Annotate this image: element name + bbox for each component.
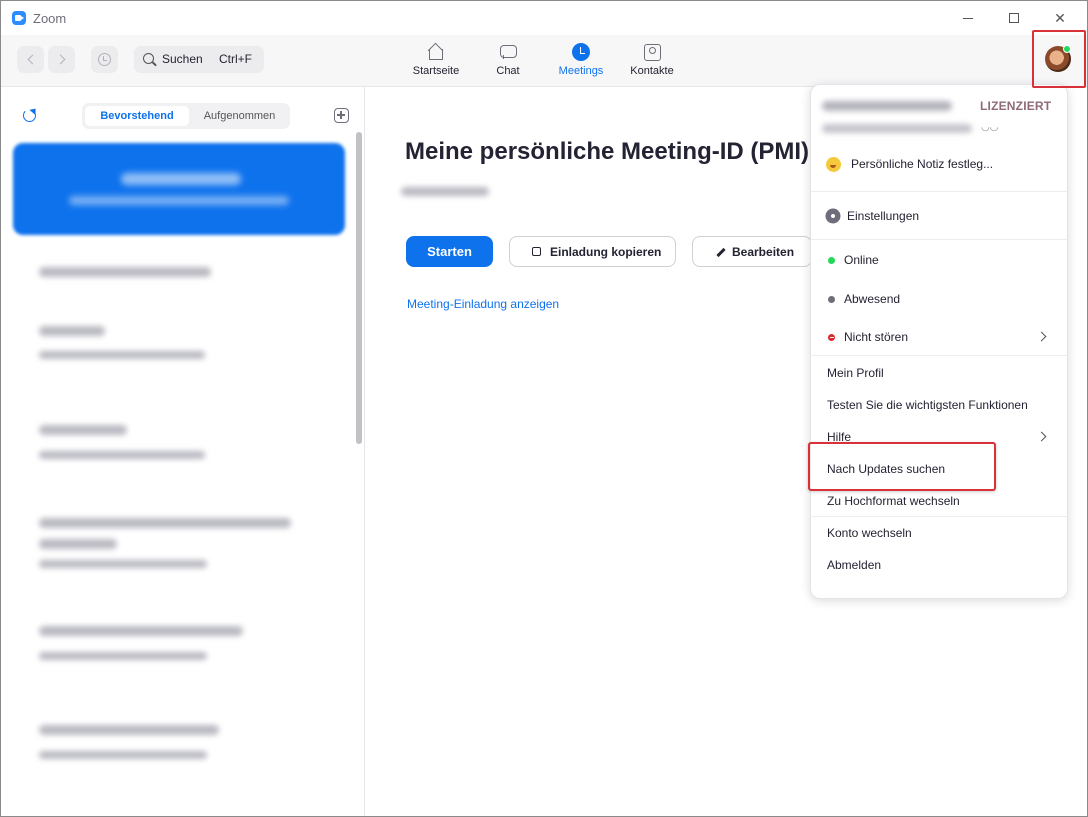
edit-label: Bearbeiten [732,244,795,259]
maximize-icon [1009,13,1019,23]
pmi-number-blurred [401,187,489,196]
history-button[interactable] [91,46,118,73]
zoom-window: Zoom ✕ Suchen Ctrl+F Startseite Chat Mee… [0,0,1088,817]
personal-note-label: Persönliche Notiz festleg... [851,157,994,171]
status-online-icon [828,256,835,264]
start-button[interactable]: Starten [406,236,493,267]
meeting-item-blurred-sub [39,351,205,359]
menu-item-dnd[interactable]: Nicht stören [827,327,1055,347]
close-icon: ✕ [1054,9,1066,26]
meeting-item-blurred-sub [39,652,207,660]
menu-item-label: Nicht stören [844,330,909,344]
minimize-button[interactable] [945,5,991,31]
tab-label: Startseite [412,65,460,77]
copy-invitation-label: Einladung kopieren [550,244,662,259]
menu-divider [811,191,1067,192]
blurred-text [69,196,289,205]
meeting-item-selected[interactable] [13,143,345,235]
menu-divider [811,355,1067,356]
add-meeting-icon[interactable] [334,108,349,123]
eye-closed-icon[interactable]: ◡◡ [981,122,998,133]
forward-button[interactable] [48,46,75,73]
menu-item-settings[interactable]: Einstellungen [827,206,919,226]
main-toolbar: Suchen Ctrl+F Startseite Chat Meetings K… [1,35,1087,87]
blurred-text [121,173,241,185]
status-dnd-icon [828,333,835,341]
menu-item-portrait[interactable]: Zu Hochformat wechseln [827,491,960,511]
meeting-item-blurred[interactable] [39,539,117,549]
tab-label: Chat [496,65,520,77]
avatar-highlight [1032,30,1086,88]
copy-icon [529,244,541,256]
history-icon [98,53,111,66]
menu-item-label: Einstellungen [847,209,920,223]
menu-item-away[interactable]: Abwesend [827,289,900,309]
meeting-item-blurred[interactable] [39,326,105,336]
page-title: Meine persönliche Meeting-ID (PMI) [405,138,810,165]
meetings-list-panel: Bevorstehend Aufgenommen [1,87,365,816]
menu-divider [811,516,1067,517]
meeting-item-blurred[interactable] [39,626,243,636]
license-badge: LIZENZIERT [980,99,1052,113]
meeting-item-blurred[interactable] [39,725,219,735]
chevron-right-icon [1036,431,1047,442]
gear-icon [827,210,839,222]
back-button[interactable] [17,46,44,73]
scrollbar-thumb[interactable] [356,132,362,444]
status-away-icon [828,295,835,303]
minimize-icon [963,17,973,19]
search-shortcut: Ctrl+F [219,52,252,66]
personal-note-item[interactable]: Persönliche Notiz festleg... [826,154,993,174]
presence-online-icon [1063,45,1071,53]
tab-label: Kontakte [630,65,674,77]
menu-item-label: Online [844,253,879,267]
meeting-item-blurred[interactable] [39,267,211,277]
maximize-button[interactable] [991,5,1037,31]
pencil-icon [716,247,726,258]
refresh-icon[interactable] [23,109,36,122]
show-invitation-link[interactable]: Meeting-Einladung anzeigen [407,297,559,311]
chat-icon [499,43,517,61]
user-email-blurred [822,124,972,133]
menu-item-test-features[interactable]: Testen Sie die wichtigsten Funktionen [827,395,1028,415]
meeting-item-blurred[interactable] [39,425,127,435]
meeting-item-blurred-sub [39,451,205,459]
title-bar: Zoom ✕ [1,1,1087,35]
edit-button[interactable]: Bearbeiten [692,236,812,267]
menu-item-online[interactable]: Online [827,250,879,270]
meeting-item-blurred-sub [39,560,207,568]
menu-item-label: Abwesend [844,292,901,306]
tab-meetings[interactable]: Meetings [554,43,608,83]
contacts-icon [643,43,661,61]
menu-item-profile[interactable]: Mein Profil [827,363,884,383]
segment-upcoming[interactable]: Bevorstehend [85,106,189,126]
segment-recorded[interactable]: Aufgenommen [192,106,287,126]
home-icon [427,43,445,61]
profile-menu: ◡◡ LIZENZIERT Persönliche Notiz festleg.… [810,84,1068,599]
copy-invitation-button[interactable]: Einladung kopieren [509,236,676,267]
tab-label: Meetings [558,65,604,77]
chevron-left-icon [27,54,37,65]
menu-divider [811,239,1067,240]
user-name-blurred [822,101,952,111]
search-icon [143,53,154,64]
chevron-right-icon [55,54,65,65]
tab-chat[interactable]: Chat [488,43,528,83]
window-title: Zoom [33,11,67,26]
tab-home[interactable]: Startseite [411,43,461,83]
menu-item-switch-account[interactable]: Konto wechseln [827,523,912,543]
tab-contacts[interactable]: Kontakte [627,43,677,83]
meetings-segment-control: Bevorstehend Aufgenommen [82,103,290,129]
meeting-item-blurred-sub [39,751,207,759]
menu-item-logout[interactable]: Abmelden [827,555,881,575]
clock-icon [572,43,590,61]
search-box[interactable]: Suchen Ctrl+F [134,46,264,73]
updates-highlight [808,442,996,491]
search-label: Suchen [162,52,203,66]
zoom-logo-icon [12,11,26,25]
emoji-icon [826,156,841,172]
meeting-item-blurred[interactable] [39,518,291,528]
close-button[interactable]: ✕ [1037,5,1083,31]
